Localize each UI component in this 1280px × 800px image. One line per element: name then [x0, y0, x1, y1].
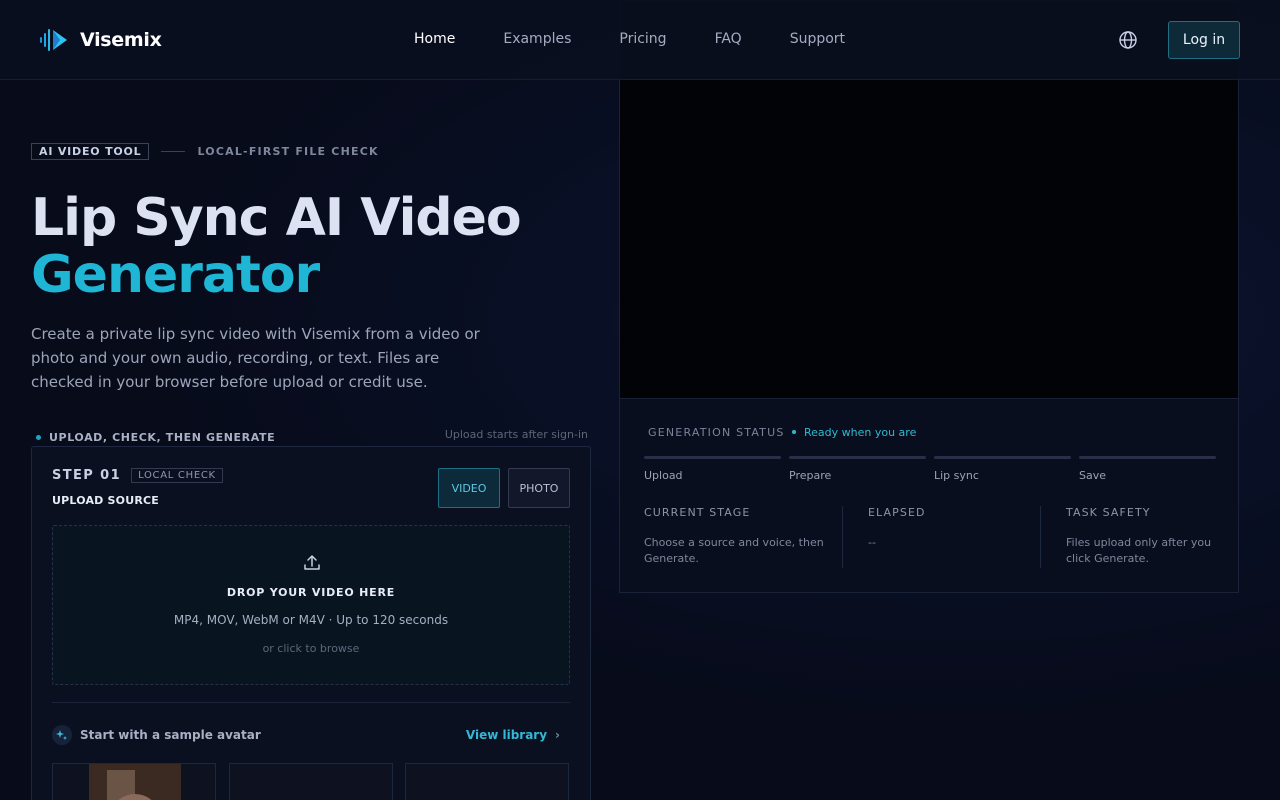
nav-support[interactable]: Support	[790, 31, 845, 47]
avatar-photo-image	[53, 764, 215, 800]
title-line-1: Lip Sync AI Video	[31, 188, 522, 248]
step-header: STEP 01 LOCAL CHECK	[52, 468, 223, 483]
progress-step-lip-sync: Lip sync	[934, 456, 1071, 482]
sample-avatar-row: Start with a sample avatar View library	[52, 725, 570, 745]
progress-step-upload: Upload	[644, 456, 781, 482]
sample-avatar-label: Start with a sample avatar	[80, 728, 261, 742]
generation-status-label: GENERATION STATUS	[648, 426, 785, 439]
sample-avatar-thumb[interactable]	[229, 763, 393, 800]
main-nav: Home Examples Pricing FAQ Support	[414, 31, 893, 47]
view-library-link[interactable]: View library	[466, 728, 560, 742]
nav-home[interactable]: Home	[414, 31, 455, 47]
progress-steps: Upload Prepare Lip sync Save	[644, 456, 1216, 482]
page-title: Lip Sync AI Video Generator	[31, 188, 522, 305]
top-header: Visemix Home Examples Pricing FAQ Suppor…	[0, 0, 1280, 80]
video-mode-button[interactable]: VIDEO	[438, 468, 500, 508]
local-first-tag: LOCAL-FIRST FILE CHECK	[197, 145, 379, 158]
language-globe-icon[interactable]	[1117, 29, 1139, 51]
upload-note: Upload starts after sign-in	[444, 428, 588, 441]
tag-divider	[161, 151, 186, 152]
step-number: STEP 01	[52, 468, 122, 483]
video-dropzone[interactable]: DROP YOUR VIDEO HERE MP4, MOV, WebM or M…	[52, 525, 570, 685]
status-ready-indicator: Ready when you are	[792, 426, 916, 439]
hero-description: Create a private lip sync video with Vis…	[31, 325, 480, 391]
login-button[interactable]: Log in	[1168, 21, 1240, 59]
progress-step-save: Save	[1079, 456, 1216, 482]
sparkle-icon	[52, 725, 72, 745]
hero-tags: AI VIDEO TOOL LOCAL-FIRST FILE CHECK	[31, 143, 379, 160]
sample-avatar-thumb[interactable]	[52, 763, 216, 800]
progress-step-prepare: Prepare	[789, 456, 926, 482]
nav-pricing[interactable]: Pricing	[619, 31, 666, 47]
preview-panel: GENERATION STATUS Ready when you are Upl…	[619, 0, 1239, 593]
task-safety-column: TASK SAFETY Files upload only after you …	[1040, 506, 1214, 568]
dropzone-title: DROP YOUR VIDEO HERE	[226, 586, 396, 599]
visemix-logo-icon	[40, 29, 67, 51]
elapsed-column: ELAPSED --	[842, 506, 1042, 568]
browse-link[interactable]: or click to browse	[53, 642, 569, 655]
local-check-tag: LOCAL CHECK	[131, 468, 223, 483]
flow-label: UPLOAD, CHECK, THEN GENERATE	[36, 431, 275, 444]
nav-examples[interactable]: Examples	[503, 31, 571, 47]
brand-name: Visemix	[80, 29, 162, 51]
title-line-2: Generator	[31, 245, 320, 305]
brand-logo[interactable]: Visemix	[38, 26, 162, 54]
dropzone-formats: MP4, MOV, WebM or M4V · Up to 120 second…	[173, 613, 449, 627]
sample-avatar-thumb[interactable]	[405, 763, 569, 800]
upload-card: STEP 01 LOCAL CHECK UPLOAD SOURCE VIDEO …	[31, 446, 591, 800]
nav-faq[interactable]: FAQ	[715, 31, 742, 47]
current-stage-column: CURRENT STAGE Choose a source and voice,…	[644, 506, 824, 565]
photo-mode-button[interactable]: PHOTO	[508, 468, 570, 508]
flow-row: UPLOAD, CHECK, THEN GENERATE Upload star…	[36, 428, 588, 446]
section-divider	[52, 702, 570, 703]
upload-icon	[304, 555, 320, 570]
upload-source-label: UPLOAD SOURCE	[52, 494, 160, 507]
ai-video-tool-tag: AI VIDEO TOOL	[31, 143, 150, 160]
status-info: CURRENT STAGE Choose a source and voice,…	[644, 506, 1214, 568]
